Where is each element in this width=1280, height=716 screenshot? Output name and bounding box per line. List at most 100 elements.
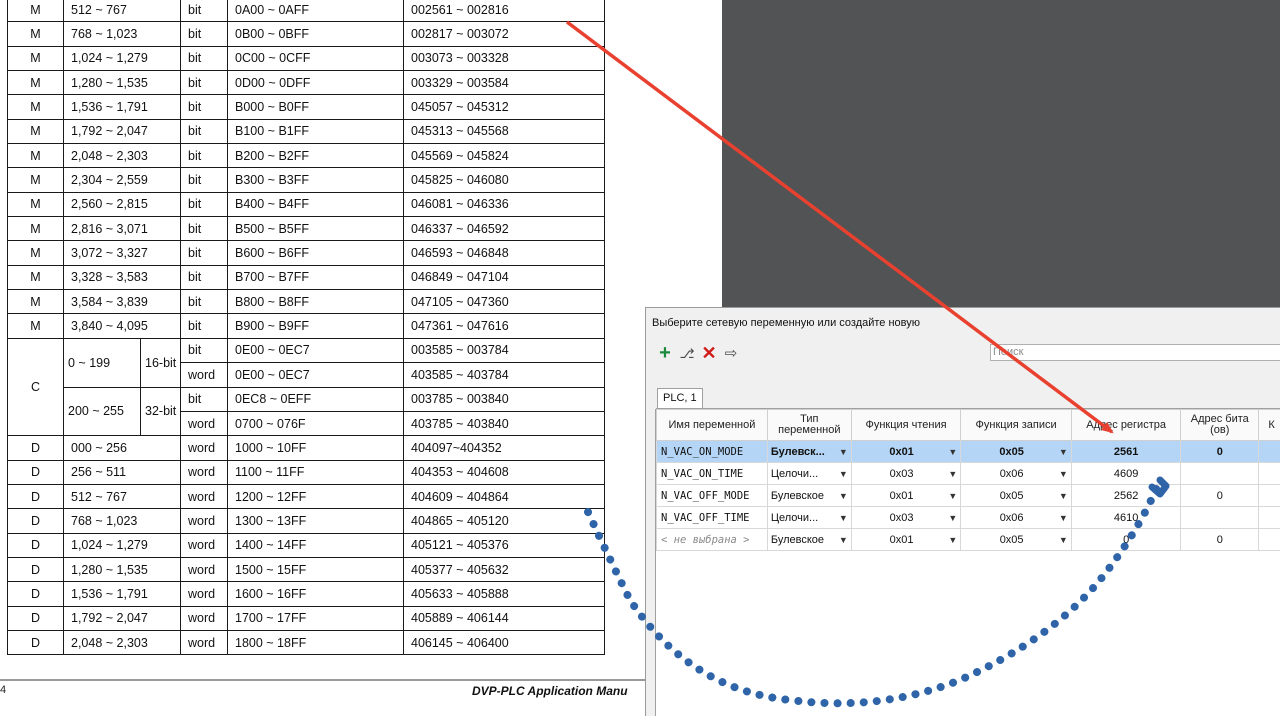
dropdown-arrow-icon[interactable]: ▼ [948, 469, 957, 479]
read-function-combo-box[interactable]: 0x01 ▼ [852, 442, 960, 462]
variable-name-cell[interactable]: N_VAC_ON_MODE [656, 440, 768, 463]
add-icon[interactable]: + [656, 343, 674, 363]
variable-name-cell[interactable]: N_VAC_ON_TIME [656, 462, 768, 485]
dropdown-arrow-icon[interactable]: ▼ [839, 513, 848, 523]
dropdown-arrow-icon[interactable]: ▼ [1059, 535, 1068, 545]
modbus-address-cell: 002817 ~ 003072 [403, 21, 605, 47]
type-cell: bit [180, 386, 228, 412]
device-cell: M [7, 45, 64, 72]
bit-address-cell[interactable] [1180, 506, 1260, 529]
register-address-cell[interactable]: 4609 [1070, 462, 1182, 485]
search-input[interactable]: Поиск [990, 344, 1280, 361]
variable-row[interactable]: N_VAC_OFF_TIME Целочи... ▼ 0x03 ▼ 0x06 ▼ 4610 [656, 506, 1280, 529]
dropdown-arrow-icon[interactable]: ▼ [1059, 491, 1068, 501]
dropdown-arrow-icon[interactable]: ▼ [1059, 447, 1068, 457]
hex-address-cell: B700 ~ B7FF [227, 264, 404, 291]
read-function-combo[interactable]: 0x03 ▼ [850, 462, 962, 485]
bit-address-cell[interactable] [1180, 462, 1260, 485]
variable-type-combo[interactable]: Булевское ▼ [766, 484, 852, 507]
register-address-cell[interactable]: 0 [1070, 528, 1182, 551]
bit-address-cell[interactable]: 0 [1180, 440, 1260, 463]
read-function-combo[interactable]: 0x01 ▼ [850, 528, 962, 551]
range-cell: 200 ~ 255 [63, 386, 141, 437]
range-cell: 2,304 ~ 2,559 [63, 167, 181, 193]
variable-type-combo-box[interactable]: Целочи... ▼ [768, 464, 850, 484]
read-function-combo[interactable]: 0x01 ▼ [850, 484, 962, 507]
toolbar: + ⎇ ✕ ⇨ [656, 343, 740, 363]
variable-type-combo-box[interactable]: Булевск... ▼ [768, 442, 850, 462]
type-cell: word [180, 605, 228, 631]
read-function-combo[interactable]: 0x03 ▼ [850, 506, 962, 529]
col-header-k[interactable]: К [1258, 409, 1280, 441]
bit-address-cell[interactable]: 0 [1180, 528, 1260, 551]
variable-row[interactable]: N_VAC_ON_TIME Целочи... ▼ 0x03 ▼ 0x06 ▼ 4609 [656, 462, 1280, 485]
col-header-register-address[interactable]: Адрес регистра [1070, 409, 1182, 441]
register-address-cell[interactable]: 4610 [1070, 506, 1182, 529]
dropdown-arrow-icon[interactable]: ▼ [839, 469, 848, 479]
variable-name-cell[interactable]: < не выбрана > [656, 528, 768, 551]
variable-row[interactable]: N_VAC_ON_MODE Булевск... ▼ 0x01 ▼ 0x05 ▼ 2561 0 [656, 440, 1280, 463]
link-variable-icon[interactable]: ⎇ [678, 344, 696, 362]
tab-plc-1[interactable]: PLC, 1 [657, 388, 703, 409]
write-function-combo-box[interactable]: 0x05 ▼ [962, 486, 1071, 506]
read-function-combo-box[interactable]: 0x01 ▼ [852, 486, 960, 506]
col-header-name[interactable]: Имя переменной [656, 409, 768, 441]
range-cell: 512 ~ 767 [63, 483, 181, 510]
write-function-combo[interactable]: 0x06 ▼ [960, 506, 1072, 529]
write-function-combo-box[interactable]: 0x06 ▼ [962, 508, 1071, 528]
variable-name-cell[interactable]: N_VAC_OFF_MODE [656, 484, 768, 507]
variable-row[interactable]: < не выбрана > Булевское ▼ 0x01 ▼ 0x05 ▼ 0 0 [656, 528, 1280, 551]
variable-name-cell[interactable]: N_VAC_OFF_TIME [656, 506, 768, 529]
register-address-cell[interactable]: 2561 [1070, 440, 1182, 463]
device-cell: M [7, 289, 64, 315]
col-header-bit-address[interactable]: Адрес бита (ов) [1180, 409, 1260, 441]
dropdown-arrow-icon[interactable]: ▼ [1059, 469, 1068, 479]
variable-type-combo-box[interactable]: Булевское ▼ [768, 486, 850, 506]
read-function-combo-box[interactable]: 0x03 ▼ [852, 464, 960, 484]
variable-type-combo-box[interactable]: Целочи... ▼ [768, 508, 850, 528]
write-function-combo[interactable]: 0x05 ▼ [960, 528, 1072, 551]
write-function-combo[interactable]: 0x05 ▼ [960, 440, 1072, 463]
dropdown-arrow-icon[interactable]: ▼ [839, 447, 848, 457]
hex-address-cell: 1700 ~ 17FF [227, 605, 404, 631]
variable-type-combo[interactable]: Булевское ▼ [766, 528, 852, 551]
table-row: M 2,304 ~ 2,559 bit B300 ~ B3FF 045825 ~ 046… [7, 167, 605, 193]
variable-row[interactable]: N_VAC_OFF_MODE Булевское ▼ 0x01 ▼ 0x05 ▼ 2562 0 [656, 484, 1280, 507]
write-function-combo-box[interactable]: 0x06 ▼ [962, 464, 1071, 484]
dropdown-arrow-icon[interactable]: ▼ [839, 535, 848, 545]
modbus-address-cell: 403785 ~ 403840 [403, 410, 605, 437]
dropdown-arrow-icon[interactable]: ▼ [948, 491, 957, 501]
dropdown-arrow-icon[interactable]: ▼ [948, 447, 957, 457]
device-cell: M [7, 21, 64, 47]
read-function-combo-box[interactable]: 0x03 ▼ [852, 508, 960, 528]
variable-type-combo[interactable]: Булевск... ▼ [766, 440, 852, 463]
variable-type-combo-box[interactable]: Булевское ▼ [768, 530, 850, 550]
dropdown-arrow-icon[interactable]: ▼ [1059, 513, 1068, 523]
write-function-combo-value: 0x06 [999, 467, 1024, 480]
footer-divider [0, 679, 645, 681]
export-icon[interactable]: ⇨ [722, 344, 740, 362]
register-address-cell[interactable]: 2562 [1070, 484, 1182, 507]
variable-type-combo[interactable]: Целочи... ▼ [766, 506, 852, 529]
write-function-combo-box[interactable]: 0x05 ▼ [962, 442, 1071, 462]
dropdown-arrow-icon[interactable]: ▼ [839, 491, 848, 501]
col-header-write-function[interactable]: Функция записи [960, 409, 1072, 441]
variable-type-combo[interactable]: Целочи... ▼ [766, 462, 852, 485]
col-header-read-function[interactable]: Функция чтения [850, 409, 962, 441]
delete-icon[interactable]: ✕ [700, 344, 718, 362]
type-cell: bit [180, 240, 228, 266]
hex-address-cell: B800 ~ B8FF [227, 289, 404, 315]
read-function-combo-box[interactable]: 0x01 ▼ [852, 530, 960, 550]
table-row: D 000 ~ 256 word 1000 ~ 10FF 404097~404352 [7, 435, 605, 461]
device-cell: M [7, 70, 64, 96]
dropdown-arrow-icon[interactable]: ▼ [948, 513, 957, 523]
table-row: D 1,024 ~ 1,279 word 1400 ~ 14FF 405121 ~ 40… [7, 532, 605, 558]
dropdown-arrow-icon[interactable]: ▼ [948, 535, 957, 545]
col-header-type[interactable]: Тип переменной [766, 409, 852, 441]
write-function-combo-box[interactable]: 0x05 ▼ [962, 530, 1071, 550]
range-cell: 1,536 ~ 1,791 [63, 581, 181, 607]
write-function-combo[interactable]: 0x06 ▼ [960, 462, 1072, 485]
read-function-combo[interactable]: 0x01 ▼ [850, 440, 962, 463]
write-function-combo[interactable]: 0x05 ▼ [960, 484, 1072, 507]
bit-address-cell[interactable]: 0 [1180, 484, 1260, 507]
